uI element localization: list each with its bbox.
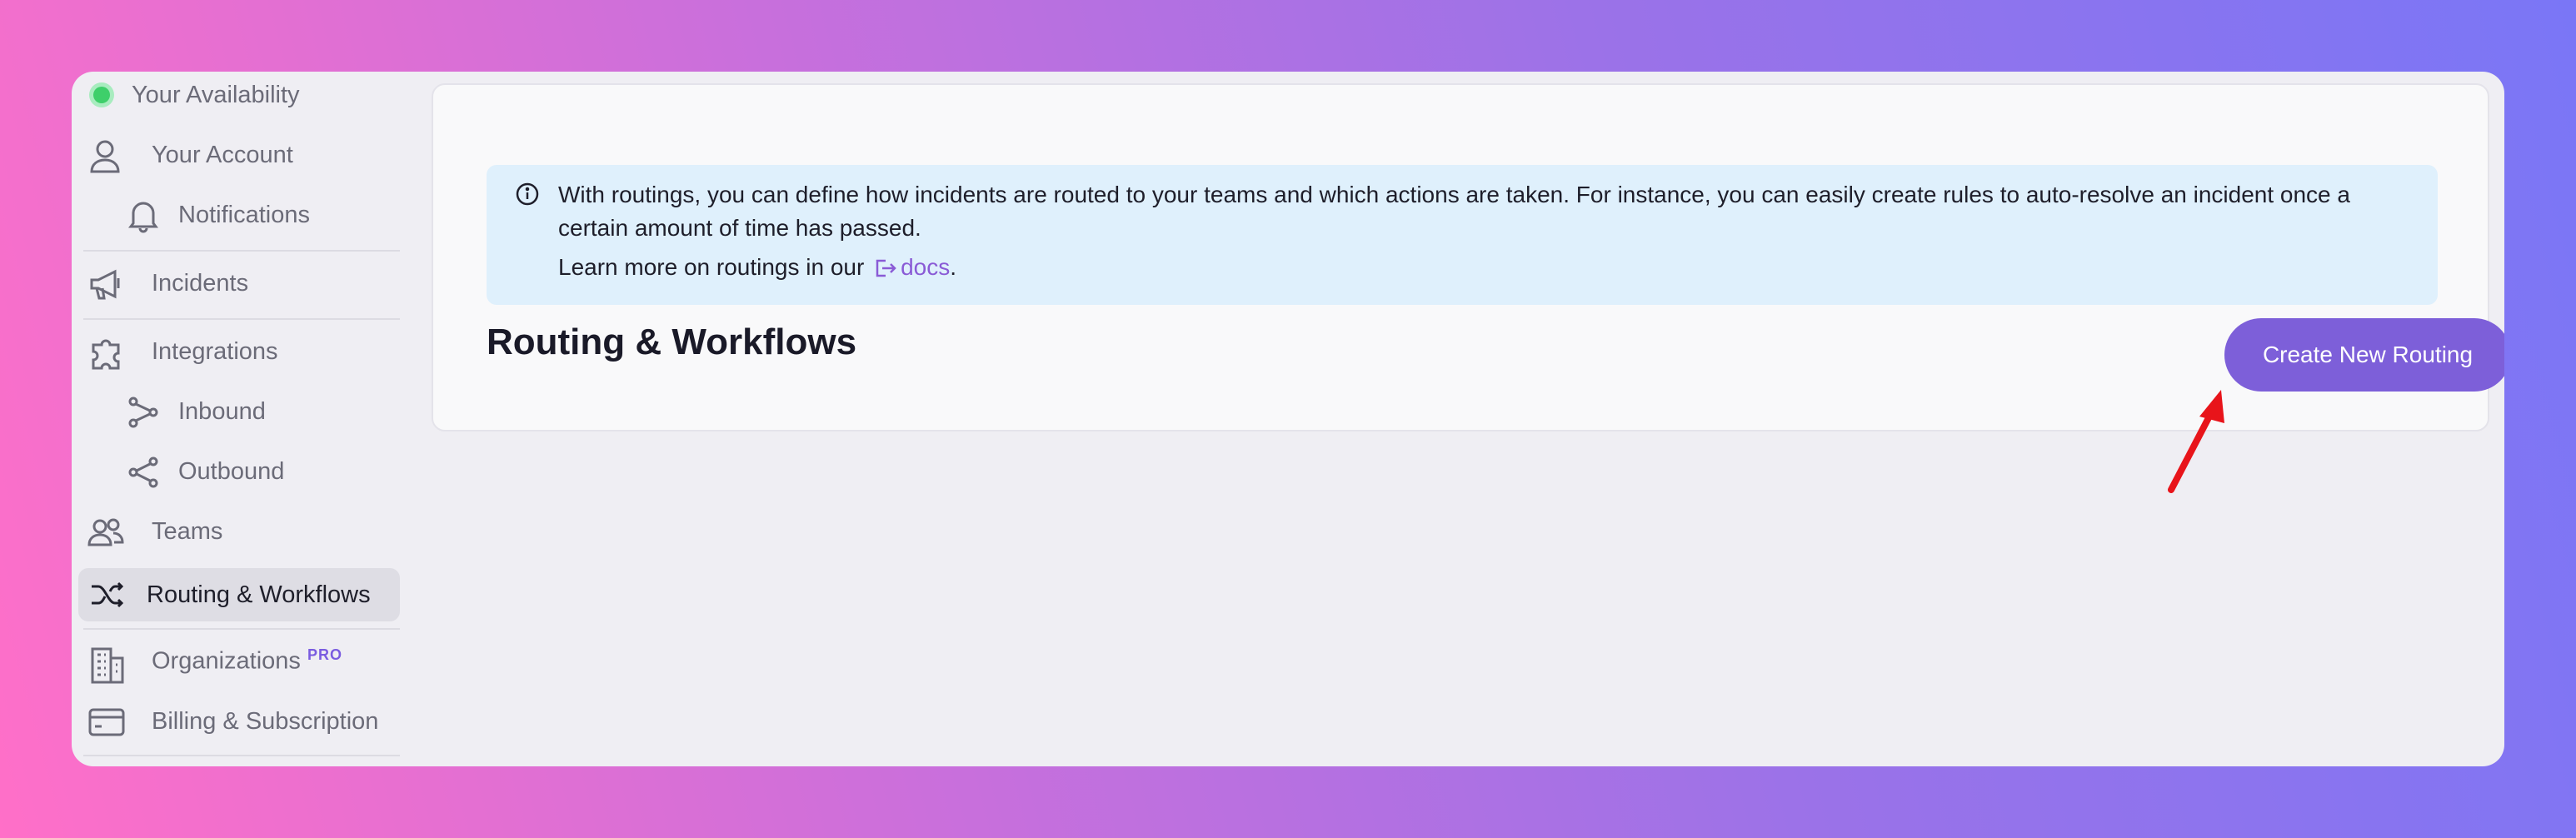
sidebar-item-your-account[interactable]: Your Account [78, 128, 400, 182]
banner-text: With routings, you can define how incide… [558, 182, 2350, 241]
shuffle-icon [90, 580, 125, 610]
sidebar-item-label: Integrations [152, 337, 278, 365]
inbound-icon [127, 395, 160, 430]
sidebar: Your Availability Your Account Notificat… [78, 72, 400, 766]
sidebar-item-label: Organizations PRO [152, 646, 342, 675]
sidebar-divider [83, 628, 400, 630]
share-icon [127, 455, 160, 490]
sidebar-item-outbound[interactable]: Outbound [78, 445, 400, 498]
sidebar-item-notifications[interactable]: Notifications [78, 188, 400, 242]
docs-link-label: docs [901, 254, 951, 280]
sidebar-item-label: Notifications [178, 201, 310, 228]
sidebar-divider [83, 318, 400, 320]
banner-learn-more: Learn more on routings in our docs. [558, 251, 2404, 284]
sidebar-item-billing-subscription[interactable]: Billing & Subscription [78, 695, 400, 748]
sidebar-item-incidents[interactable]: Incidents [78, 257, 400, 310]
user-icon [88, 138, 122, 173]
availability-status[interactable]: Your Availability [78, 72, 400, 120]
app-window: Your Availability Your Account Notificat… [72, 72, 2504, 766]
availability-label: Your Availability [132, 81, 300, 108]
sidebar-item-label: Billing & Subscription [152, 707, 379, 735]
info-icon [515, 182, 540, 216]
sidebar-item-label: Outbound [178, 457, 285, 485]
sidebar-item-organizations[interactable]: Organizations PRO [78, 635, 400, 695]
status-online-icon [93, 87, 110, 103]
info-banner: With routings, you can define how incide… [487, 165, 2438, 305]
learn-more-text: Learn more on routings in our [558, 254, 865, 280]
sidebar-item-label: Teams [152, 517, 223, 545]
megaphone-icon [88, 267, 123, 302]
bell-icon [127, 198, 160, 233]
sidebar-item-teams[interactable]: Teams [78, 505, 400, 558]
banner-suffix: . [950, 254, 957, 280]
create-new-routing-button[interactable]: Create New Routing [2224, 318, 2504, 392]
sidebar-item-integrations[interactable]: Integrations [78, 325, 400, 378]
sidebar-divider [83, 755, 400, 756]
docs-link[interactable]: docs [871, 254, 950, 280]
annotation-arrow-icon [2168, 390, 2224, 493]
sidebar-divider [83, 250, 400, 252]
pro-badge: PRO [307, 646, 342, 663]
sidebar-item-label: Inbound [178, 397, 266, 425]
routing-card: With routings, you can define how incide… [432, 83, 2504, 431]
sidebar-item-label: Routing & Workflows [147, 581, 371, 608]
sidebar-item-inbound[interactable]: Inbound [78, 385, 400, 438]
users-icon [87, 515, 125, 550]
external-link-icon [876, 259, 896, 277]
puzzle-icon [88, 335, 125, 370]
credit-card-icon [88, 708, 125, 736]
page-title: Routing & Workflows [487, 322, 857, 362]
building-icon [90, 646, 125, 685]
sidebar-item-label: Incidents [152, 269, 249, 297]
sidebar-item-label: Your Account [152, 141, 293, 168]
sidebar-item-routing-workflows[interactable]: Routing & Workflows [78, 568, 400, 621]
